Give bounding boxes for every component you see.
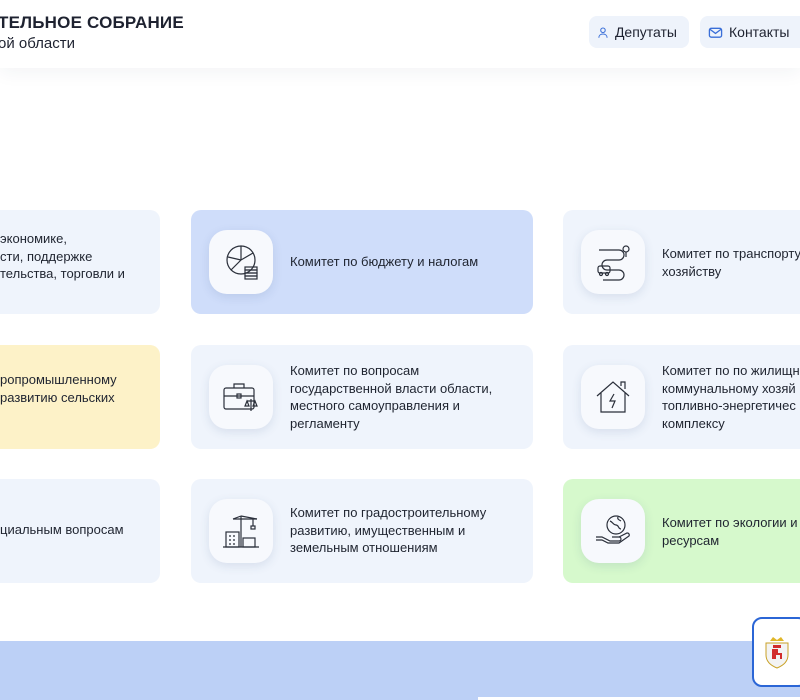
- committee-icon-box: [581, 230, 645, 294]
- committee-card-transport[interactable]: Комитет по транспорту хозяйству: [563, 210, 800, 314]
- committee-label-line: Комитет по по жилищн: [662, 363, 800, 378]
- region-crest-button[interactable]: [752, 617, 800, 687]
- committee-label-line: Комитет по градостроительному: [290, 505, 487, 520]
- committee-label-line: государственной власти области,: [290, 380, 493, 396]
- committee-label: Комитет по по жилищн коммунальному хозяй…: [662, 362, 800, 432]
- committee-icon-box: [209, 230, 273, 294]
- committee-card-agriculture[interactable]: ропромышленному развитию сельских: [0, 345, 160, 449]
- committee-icon-box: [209, 499, 273, 563]
- deputies-button[interactable]: Депутаты: [589, 16, 689, 48]
- committee-label-line: земельным отношениям: [290, 540, 438, 555]
- user-icon: [598, 27, 608, 38]
- committee-card-urban[interactable]: Комитет по градостроительному развитию, …: [191, 479, 533, 583]
- committee-label-line: регламенту: [290, 415, 360, 431]
- contacts-button[interactable]: Контакты: [700, 16, 800, 48]
- committee-icon-box: [581, 365, 645, 429]
- committee-card-state-power[interactable]: Комитет по вопросам государственной влас…: [191, 345, 533, 449]
- committee-label-line: местного самоуправления и: [290, 398, 460, 413]
- committee-label-line: сти, поддержке: [0, 248, 93, 264]
- committee-card-ecology[interactable]: Комитет по экологии и ресурсам: [563, 479, 800, 583]
- committee-label-line: Комитет по экологии и: [662, 515, 798, 530]
- committee-label: Комитет по экологии и ресурсам: [662, 514, 800, 549]
- committee-card-social[interactable]: циальным вопросам: [0, 479, 160, 583]
- deputies-label: Депутаты: [614, 24, 677, 40]
- construction-crane-icon: [223, 515, 259, 548]
- footer-band: [0, 641, 800, 700]
- pie-chart-coins-icon: [226, 245, 258, 280]
- committee-label-line: топливно-энергетичес: [662, 398, 796, 413]
- committee-label-line: циальным вопросам: [0, 522, 124, 537]
- committee-label-line: коммунальному хозяй: [662, 380, 796, 396]
- committee-card-economy[interactable]: экономике, сти, поддержке тельства, торг…: [0, 210, 160, 314]
- committee-card-housing[interactable]: Комитет по по жилищн коммунальному хозяй…: [563, 345, 800, 449]
- committee-label-line: ропромышленному: [0, 372, 117, 387]
- committee-label-line: тельства, торговли и: [0, 266, 125, 281]
- road-car-icon: [597, 245, 630, 281]
- committee-icon-box: [209, 365, 273, 429]
- site-subtitle[interactable]: ой области: [0, 35, 75, 52]
- contacts-label: Контакты: [729, 24, 790, 40]
- committee-label-line: Комитет по вопросам: [290, 363, 420, 378]
- committee-label-line: развитию сельских: [0, 389, 115, 405]
- committee-label-line: экономике,: [0, 231, 67, 246]
- committee-label: Комитет по вопросам государственной влас…: [290, 362, 523, 432]
- committee-label-line: Комитет по транспорту: [662, 246, 800, 261]
- committee-label: Комитет по бюджету и налогам: [290, 253, 523, 271]
- committee-label-line: ресурсам: [662, 532, 720, 548]
- coat-of-arms-icon: [765, 637, 789, 669]
- mail-icon: [708, 27, 723, 38]
- committee-label-line: хозяйству: [662, 263, 722, 279]
- briefcase-scales-icon: [223, 383, 258, 411]
- site-header: ТЕЛЬНОЕ СОБРАНИЕ ой области Депутаты Кон…: [0, 0, 800, 68]
- committee-label-line: развитию, имущественным и: [290, 522, 466, 538]
- committee-label-line: Комитет по бюджету и налогам: [290, 254, 479, 269]
- committee-label: ропромышленному развитию сельских: [0, 371, 150, 406]
- committee-label: циальным вопросам: [0, 521, 150, 539]
- committee-card-budget[interactable]: Комитет по бюджету и налогам: [191, 210, 533, 314]
- house-energy-icon: [596, 381, 630, 413]
- committee-label-line: комплексу: [662, 415, 725, 431]
- committee-icon-box: [581, 499, 645, 563]
- hand-globe-icon: [596, 515, 630, 544]
- page: ТЕЛЬНОЕ СОБРАНИЕ ой области Депутаты Кон…: [0, 0, 800, 700]
- committee-label: Комитет по градостроительному развитию, …: [290, 504, 523, 557]
- site-title[interactable]: ТЕЛЬНОЕ СОБРАНИЕ: [0, 13, 184, 33]
- committee-label: экономике, сти, поддержке тельства, торг…: [0, 230, 150, 283]
- committee-label: Комитет по транспорту хозяйству: [662, 245, 800, 280]
